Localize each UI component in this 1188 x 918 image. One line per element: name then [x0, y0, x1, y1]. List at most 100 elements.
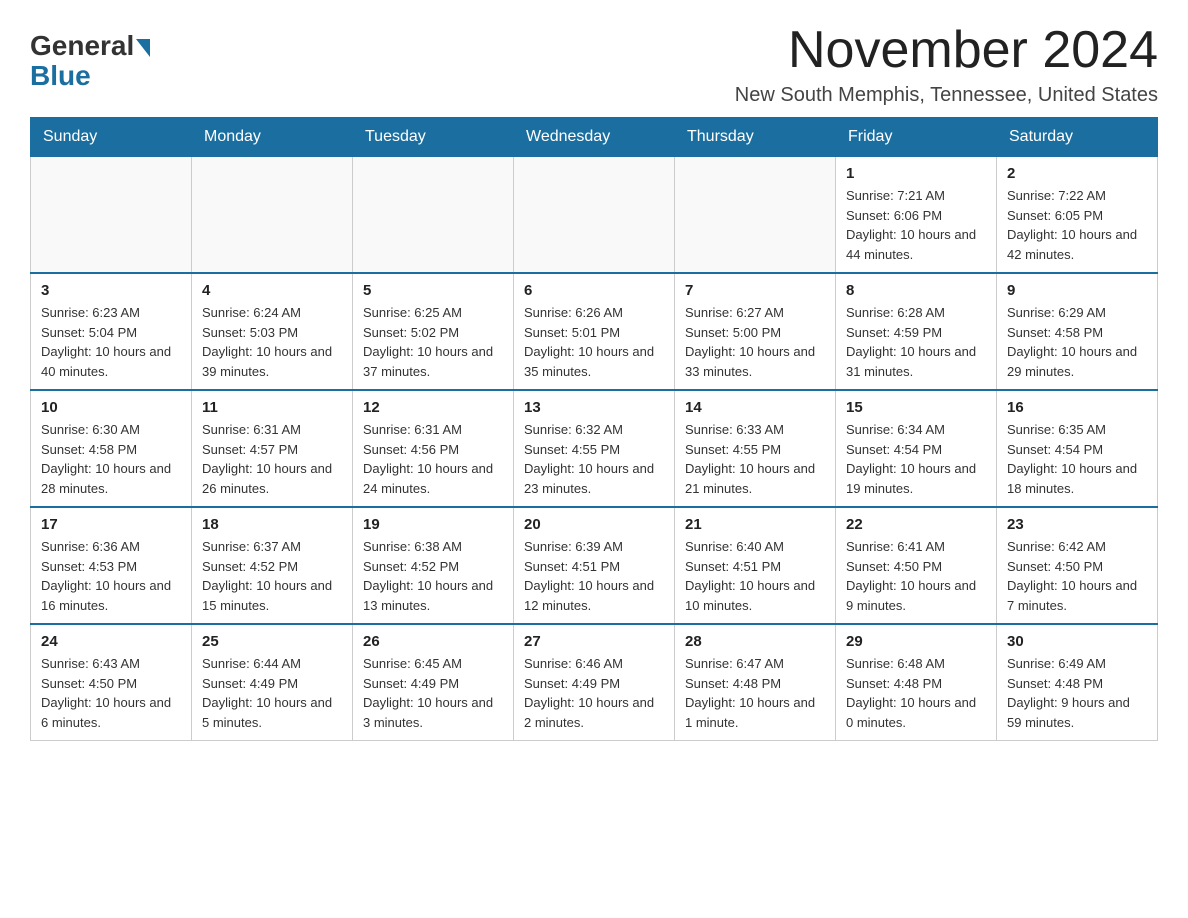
calendar-day-cell: 11 Sunrise: 6:31 AM Sunset: 4:57 PM Dayli… [192, 390, 353, 507]
day-number: 18 [202, 516, 342, 533]
calendar-day-cell: 15 Sunrise: 6:34 AM Sunset: 4:54 PM Dayli… [836, 390, 997, 507]
calendar-day-cell [31, 157, 192, 274]
calendar-header-friday: Friday [836, 118, 997, 157]
calendar-week-row: 3Sunrise: 6:23 AM Sunset: 5:04 PM Daylig… [31, 273, 1158, 390]
calendar-header-row: SundayMondayTuesdayWednesdayThursdayFrid… [31, 118, 1158, 157]
calendar-day-cell: 23 Sunrise: 6:42 AM Sunset: 4:50 PM Dayli… [997, 507, 1158, 624]
day-info: Sunrise: 6:37 AM Sunset: 4:52 PM Dayligh… [202, 537, 342, 615]
day-number: 4 [202, 282, 342, 299]
calendar-day-cell: 2 Sunrise: 7:22 AM Sunset: 6:05 PM Daylig… [997, 157, 1158, 274]
month-title: November 2024 [735, 20, 1158, 80]
calendar-day-cell: 29 Sunrise: 6:48 AM Sunset: 4:48 PM Dayli… [836, 624, 997, 741]
logo-blue-text: Blue [30, 60, 91, 92]
calendar-day-cell [353, 157, 514, 274]
day-info: Sunrise: 6:49 AM Sunset: 4:48 PM Dayligh… [1007, 654, 1147, 732]
calendar-day-cell [192, 157, 353, 274]
calendar-day-cell: 19Sunrise: 6:38 AM Sunset: 4:52 PM Dayli… [353, 507, 514, 624]
calendar-week-row: 1Sunrise: 7:21 AM Sunset: 6:06 PM Daylig… [31, 157, 1158, 274]
calendar-day-cell: 18 Sunrise: 6:37 AM Sunset: 4:52 PM Dayli… [192, 507, 353, 624]
calendar-day-cell [675, 157, 836, 274]
calendar-day-cell: 16Sunrise: 6:35 AM Sunset: 4:54 PM Dayli… [997, 390, 1158, 507]
calendar-day-cell: 17Sunrise: 6:36 AM Sunset: 4:53 PM Dayli… [31, 507, 192, 624]
day-number: 10 [41, 399, 181, 416]
calendar-day-cell: 8 Sunrise: 6:28 AM Sunset: 4:59 PM Daylig… [836, 273, 997, 390]
calendar-table: SundayMondayTuesdayWednesdayThursdayFrid… [30, 117, 1158, 741]
calendar-day-cell: 3Sunrise: 6:23 AM Sunset: 5:04 PM Daylig… [31, 273, 192, 390]
calendar-day-cell: 7 Sunrise: 6:27 AM Sunset: 5:00 PM Daylig… [675, 273, 836, 390]
calendar-day-cell: 14 Sunrise: 6:33 AM Sunset: 4:55 PM Dayli… [675, 390, 836, 507]
calendar-day-cell: 9 Sunrise: 6:29 AM Sunset: 4:58 PM Daylig… [997, 273, 1158, 390]
calendar-day-cell: 4 Sunrise: 6:24 AM Sunset: 5:03 PM Daylig… [192, 273, 353, 390]
logo-general-text: General [30, 30, 134, 62]
calendar-week-row: 10 Sunrise: 6:30 AM Sunset: 4:58 PM Dayli… [31, 390, 1158, 507]
day-number: 14 [685, 399, 825, 416]
day-info: Sunrise: 6:33 AM Sunset: 4:55 PM Dayligh… [685, 420, 825, 498]
location-subtitle: New South Memphis, Tennessee, United Sta… [735, 84, 1158, 107]
day-info: Sunrise: 6:31 AM Sunset: 4:57 PM Dayligh… [202, 420, 342, 498]
calendar-day-cell: 20Sunrise: 6:39 AM Sunset: 4:51 PM Dayli… [514, 507, 675, 624]
day-number: 13 [524, 399, 664, 416]
logo-arrow-icon [136, 39, 150, 57]
day-number: 24 [41, 633, 181, 650]
day-info: Sunrise: 6:46 AM Sunset: 4:49 PM Dayligh… [524, 654, 664, 732]
day-number: 21 [685, 516, 825, 533]
day-info: Sunrise: 6:35 AM Sunset: 4:54 PM Dayligh… [1007, 420, 1147, 498]
calendar-header-sunday: Sunday [31, 118, 192, 157]
calendar-day-cell: 24 Sunrise: 6:43 AM Sunset: 4:50 PM Dayli… [31, 624, 192, 741]
calendar-day-cell [514, 157, 675, 274]
calendar-day-cell: 5 Sunrise: 6:25 AM Sunset: 5:02 PM Daylig… [353, 273, 514, 390]
calendar-day-cell: 12 Sunrise: 6:31 AM Sunset: 4:56 PM Dayli… [353, 390, 514, 507]
day-number: 30 [1007, 633, 1147, 650]
day-info: Sunrise: 6:43 AM Sunset: 4:50 PM Dayligh… [41, 654, 181, 732]
calendar-day-cell: 25Sunrise: 6:44 AM Sunset: 4:49 PM Dayli… [192, 624, 353, 741]
calendar-header-tuesday: Tuesday [353, 118, 514, 157]
day-info: Sunrise: 6:27 AM Sunset: 5:00 PM Dayligh… [685, 303, 825, 381]
day-number: 27 [524, 633, 664, 650]
day-info: Sunrise: 6:28 AM Sunset: 4:59 PM Dayligh… [846, 303, 986, 381]
day-number: 6 [524, 282, 664, 299]
day-number: 12 [363, 399, 503, 416]
day-info: Sunrise: 6:29 AM Sunset: 4:58 PM Dayligh… [1007, 303, 1147, 381]
day-number: 29 [846, 633, 986, 650]
day-number: 23 [1007, 516, 1147, 533]
calendar-day-cell: 13 Sunrise: 6:32 AM Sunset: 4:55 PM Dayli… [514, 390, 675, 507]
calendar-day-cell: 6 Sunrise: 6:26 AM Sunset: 5:01 PM Daylig… [514, 273, 675, 390]
title-area: November 2024 New South Memphis, Tenness… [735, 20, 1158, 107]
day-number: 26 [363, 633, 503, 650]
day-info: Sunrise: 6:48 AM Sunset: 4:48 PM Dayligh… [846, 654, 986, 732]
day-number: 5 [363, 282, 503, 299]
day-info: Sunrise: 6:38 AM Sunset: 4:52 PM Dayligh… [363, 537, 503, 615]
calendar-header-thursday: Thursday [675, 118, 836, 157]
day-info: Sunrise: 6:44 AM Sunset: 4:49 PM Dayligh… [202, 654, 342, 732]
day-info: Sunrise: 6:24 AM Sunset: 5:03 PM Dayligh… [202, 303, 342, 381]
day-number: 11 [202, 399, 342, 416]
day-info: Sunrise: 6:26 AM Sunset: 5:01 PM Dayligh… [524, 303, 664, 381]
calendar-header-saturday: Saturday [997, 118, 1158, 157]
day-number: 2 [1007, 165, 1147, 182]
day-info: Sunrise: 6:40 AM Sunset: 4:51 PM Dayligh… [685, 537, 825, 615]
calendar-day-cell: 26Sunrise: 6:45 AM Sunset: 4:49 PM Dayli… [353, 624, 514, 741]
day-number: 17 [41, 516, 181, 533]
calendar-week-row: 24 Sunrise: 6:43 AM Sunset: 4:50 PM Dayli… [31, 624, 1158, 741]
calendar-day-cell: 1Sunrise: 7:21 AM Sunset: 6:06 PM Daylig… [836, 157, 997, 274]
calendar-day-cell: 10 Sunrise: 6:30 AM Sunset: 4:58 PM Dayli… [31, 390, 192, 507]
header: General Blue November 2024 New South Mem… [30, 20, 1158, 107]
day-number: 1 [846, 165, 986, 182]
day-info: Sunrise: 6:25 AM Sunset: 5:02 PM Dayligh… [363, 303, 503, 381]
day-info: Sunrise: 6:34 AM Sunset: 4:54 PM Dayligh… [846, 420, 986, 498]
day-number: 15 [846, 399, 986, 416]
day-info: Sunrise: 6:39 AM Sunset: 4:51 PM Dayligh… [524, 537, 664, 615]
day-info: Sunrise: 6:42 AM Sunset: 4:50 PM Dayligh… [1007, 537, 1147, 615]
day-info: Sunrise: 6:32 AM Sunset: 4:55 PM Dayligh… [524, 420, 664, 498]
day-info: Sunrise: 6:47 AM Sunset: 4:48 PM Dayligh… [685, 654, 825, 732]
day-info: Sunrise: 7:22 AM Sunset: 6:05 PM Dayligh… [1007, 186, 1147, 264]
day-number: 9 [1007, 282, 1147, 299]
day-number: 8 [846, 282, 986, 299]
day-number: 7 [685, 282, 825, 299]
day-info: Sunrise: 6:31 AM Sunset: 4:56 PM Dayligh… [363, 420, 503, 498]
day-info: Sunrise: 6:30 AM Sunset: 4:58 PM Dayligh… [41, 420, 181, 498]
calendar-day-cell: 30 Sunrise: 6:49 AM Sunset: 4:48 PM Dayli… [997, 624, 1158, 741]
day-number: 28 [685, 633, 825, 650]
logo: General Blue [30, 30, 150, 92]
calendar-day-cell: 27 Sunrise: 6:46 AM Sunset: 4:49 PM Dayli… [514, 624, 675, 741]
